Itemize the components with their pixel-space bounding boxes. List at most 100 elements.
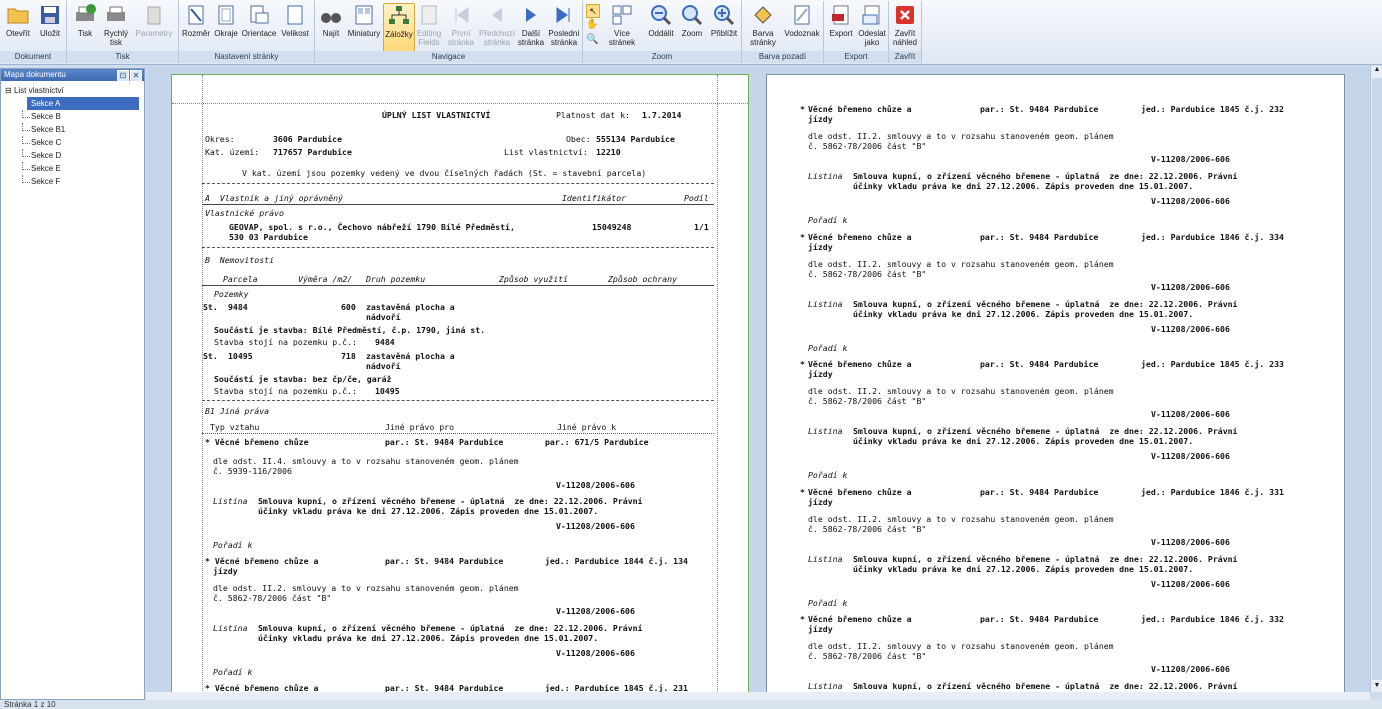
group-dokument-label: Dokument [0, 51, 66, 63]
tree-item-sekce-c[interactable]: Sekce C [1, 136, 144, 149]
next-page-button[interactable]: Další stránka [516, 3, 546, 47]
pointer-tool-icon[interactable]: ↖ [586, 4, 600, 18]
zoom-in-button[interactable]: Přiblížit [709, 3, 739, 38]
file-number: V-11208/2006-606 [556, 648, 635, 658]
pin-icon[interactable]: ⊡ [117, 70, 129, 82]
cadastral-value: 717657 Pardubice [273, 147, 352, 157]
edit-fields-icon [421, 5, 437, 25]
bookmarks-button[interactable]: Záložky [383, 3, 415, 52]
file-number: V-11208/2006-606 [1151, 281, 1230, 292]
easement-entry-1: * Věcné břemeno chůze [205, 437, 309, 447]
horizontal-scrollbar[interactable] [146, 692, 1370, 700]
deed-label: Listina [808, 681, 843, 691]
multiple-pages-button[interactable]: Více stránek [601, 3, 643, 47]
quick-print-label: Rychlý tisk [103, 29, 128, 47]
file-number: V-11208/2006-606 [1151, 196, 1230, 206]
find-button[interactable]: Najít [318, 3, 344, 38]
margins-button[interactable]: Okraje [213, 3, 239, 38]
group-background-label: Barva pozadí [742, 51, 823, 63]
easement-for: par.: St. 9484 Pardubice [385, 556, 504, 566]
tree-item-sekce-a[interactable]: Sekce A [27, 97, 139, 110]
document-page-1[interactable]: ÚPLNÝ LIST VLASTNICTVÍ Platnost dat k: 1… [171, 74, 749, 694]
group-zoom-label: Zoom [583, 51, 741, 63]
parameters-button[interactable]: Parametry [132, 3, 176, 38]
parcel-type: zastavěná plocha a [366, 351, 455, 361]
zoom-button[interactable]: Zoom [679, 3, 705, 38]
save-button[interactable]: Uložit [36, 3, 64, 38]
tree-item-sekce-b[interactable]: Sekce B [1, 110, 144, 123]
zoom-out-icon [651, 5, 672, 26]
easement-type: Věcné břemeno chůze a [808, 486, 912, 497]
open-button[interactable]: Otevřít [4, 3, 32, 38]
send-as-button[interactable]: Odeslat jako [857, 3, 887, 47]
thumbnails-label: Miniatury [347, 29, 381, 38]
group-dokument: Otevřít Uložit Dokument [0, 1, 67, 63]
watermark-button[interactable]: Vodoznak [784, 3, 820, 38]
multiple-pages-icon [612, 5, 632, 25]
easement-to: jed.: Pardubice 1844 č.j. 134 [545, 556, 688, 566]
easement-for: par.: St. 9484 Pardubice [980, 231, 1099, 242]
file-number: V-11208/2006-606 [1151, 578, 1230, 589]
tree-item-sekce-f[interactable]: Sekce F [1, 175, 144, 188]
tree-item-sekce-e[interactable]: Sekce E [1, 162, 144, 175]
file-number: V-11208/2006-606 [1151, 664, 1230, 674]
easement-entry: * [800, 231, 805, 242]
print-button[interactable]: Tisk [71, 3, 99, 38]
easement-type: Věcné břemeno chůze a [808, 614, 912, 624]
paper-size-button[interactable]: Velikost [279, 3, 311, 38]
scroll-up-icon[interactable]: ▲ [1372, 66, 1382, 76]
ownership-right-label: Vlastnické právo [205, 208, 284, 218]
tree-root-label: List vlastnictví [13, 86, 64, 95]
preview-area: ÚPLNÝ LIST VLASTNICTVÍ Platnost dat k: 1… [146, 66, 1370, 694]
priority-label: Pořadí k [808, 215, 848, 225]
zoom-tool-icon[interactable]: 🔍 [586, 34, 598, 46]
tree-root[interactable]: ⊟ List vlastnictví [1, 84, 144, 97]
close-preview-button[interactable]: Zavřít náhled [891, 3, 919, 47]
previous-page-icon [492, 8, 502, 22]
orientation-button[interactable]: Orientace [241, 3, 277, 38]
section-divider [202, 204, 714, 205]
column-relation-type: Typ vztahu [210, 422, 260, 432]
save-label: Uložit [39, 29, 60, 38]
first-page-button[interactable]: První stránka [445, 3, 477, 47]
scroll-down-icon[interactable]: ▼ [1372, 682, 1382, 692]
tree-item-sekce-b1[interactable]: Sekce B1 [1, 123, 144, 136]
margin-line [202, 75, 203, 693]
previous-page-button[interactable]: Předchozí stránka [479, 3, 515, 47]
page-color-button[interactable]: Barva stránky [745, 3, 781, 47]
easement-to: par.: 671/5 Pardubice [545, 437, 649, 447]
deed-label: Listina [808, 171, 843, 181]
hand-tool-icon[interactable]: ✋ [586, 19, 598, 31]
document-map-title: Mapa dokumentu [4, 70, 66, 79]
editing-fields-button[interactable]: Editing Fields [415, 3, 443, 47]
easement-basis: dle odst. II.2. smlouvy a to v rozsahu s… [808, 386, 1114, 396]
page-icon [287, 5, 303, 25]
last-page-button[interactable]: Poslední stránka [547, 3, 581, 47]
zoom-out-label: Oddálit [648, 29, 674, 38]
group-background: Barva stránky Vodoznak Barva pozadí [742, 1, 824, 63]
column-right-to: Jiné právo k [557, 422, 617, 432]
section-divider [202, 400, 714, 401]
document-page-2[interactable]: * Věcné břemeno chůze a jízdy par.: St. 948… [766, 74, 1345, 694]
zoom-out-button[interactable]: Oddálit [647, 3, 675, 38]
deed-text-1: Smlouva kupní, o zřízení věcného břemene… [853, 171, 1238, 181]
collapse-icon[interactable]: ⊟ [5, 86, 14, 95]
scrollbar-thumb[interactable] [1372, 78, 1382, 680]
document-tree: ⊟ List vlastnictví Sekce A Sekce B Sekce… [1, 84, 144, 188]
easement-basis: dle odst. II.4. smlouvy a to v rozsahu s… [213, 456, 519, 466]
close-panel-icon[interactable]: ✕ [130, 70, 142, 82]
file-number: V-11208/2006-606 [1151, 451, 1230, 461]
thumbnails-button[interactable]: Miniatury [346, 3, 382, 38]
bookmarks-label: Záložky [385, 30, 413, 39]
easement-type: Věcné břemeno chůze a [808, 359, 912, 369]
tree-item-sekce-d[interactable]: Sekce D [1, 149, 144, 162]
watermark-label: Vodoznak [784, 29, 820, 38]
size-button[interactable]: Rozměr [181, 3, 211, 38]
deed-text-1: Smlouva kupní, o zřízení věcného břemene… [853, 426, 1238, 436]
section-a-title: A Vlastník a jiný oprávněný [205, 193, 344, 203]
quick-print-button[interactable]: Rychlý tisk [101, 3, 131, 47]
export-button[interactable]: Export [826, 3, 856, 38]
parcel-type-2: nádvoří [366, 312, 401, 322]
easement-plan: č. 5862-78/2006 část "B" [808, 396, 927, 406]
vertical-scrollbar[interactable]: ▲ ▼ [1370, 66, 1382, 692]
